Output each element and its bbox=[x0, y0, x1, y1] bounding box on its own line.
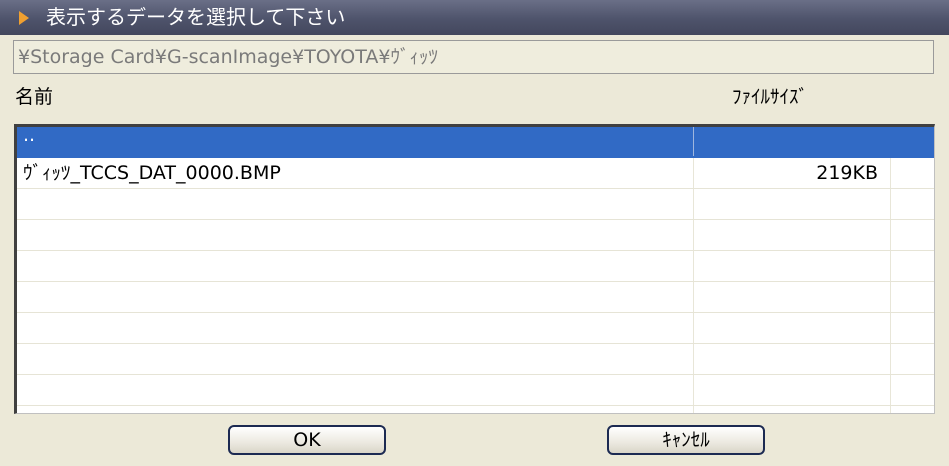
list-item-file[interactable]: ｳﾞｨｯﾂ_TCCS_DAT_0000.BMP 219KB bbox=[17, 158, 934, 189]
empty-row bbox=[17, 344, 934, 375]
empty-row bbox=[17, 375, 934, 406]
column-header-size[interactable]: ﾌｧｲﾙｻｲｽﾞ bbox=[732, 80, 808, 114]
ok-button[interactable]: OK bbox=[228, 425, 386, 455]
play-arrow-icon bbox=[19, 11, 29, 25]
current-path-field: ¥Storage Card¥G-scanImage¥TOYOTA¥ｳﾞｨｯﾂ bbox=[13, 40, 934, 74]
dialog-title: 表示するデータを選択して下さい bbox=[46, 5, 346, 29]
dialog-title-bar: 表示するデータを選択して下さい bbox=[0, 0, 949, 35]
empty-row bbox=[17, 189, 934, 220]
cancel-button[interactable]: ｷｬﾝｾﾙ bbox=[607, 425, 765, 455]
column-header-name[interactable]: 名前 bbox=[15, 80, 53, 114]
empty-row bbox=[17, 220, 934, 251]
file-size-cell bbox=[693, 127, 891, 156]
empty-row bbox=[17, 313, 934, 344]
file-name-cell: .. bbox=[23, 124, 36, 146]
empty-row bbox=[17, 282, 934, 313]
file-list[interactable]: .. ｳﾞｨｯﾂ_TCCS_DAT_0000.BMP 219KB bbox=[14, 124, 935, 414]
file-name-cell: ｳﾞｨｯﾂ_TCCS_DAT_0000.BMP bbox=[23, 162, 281, 184]
empty-row bbox=[17, 251, 934, 282]
list-item-parent-folder[interactable]: .. bbox=[17, 127, 934, 158]
file-size-cell: 219KB bbox=[816, 162, 878, 184]
